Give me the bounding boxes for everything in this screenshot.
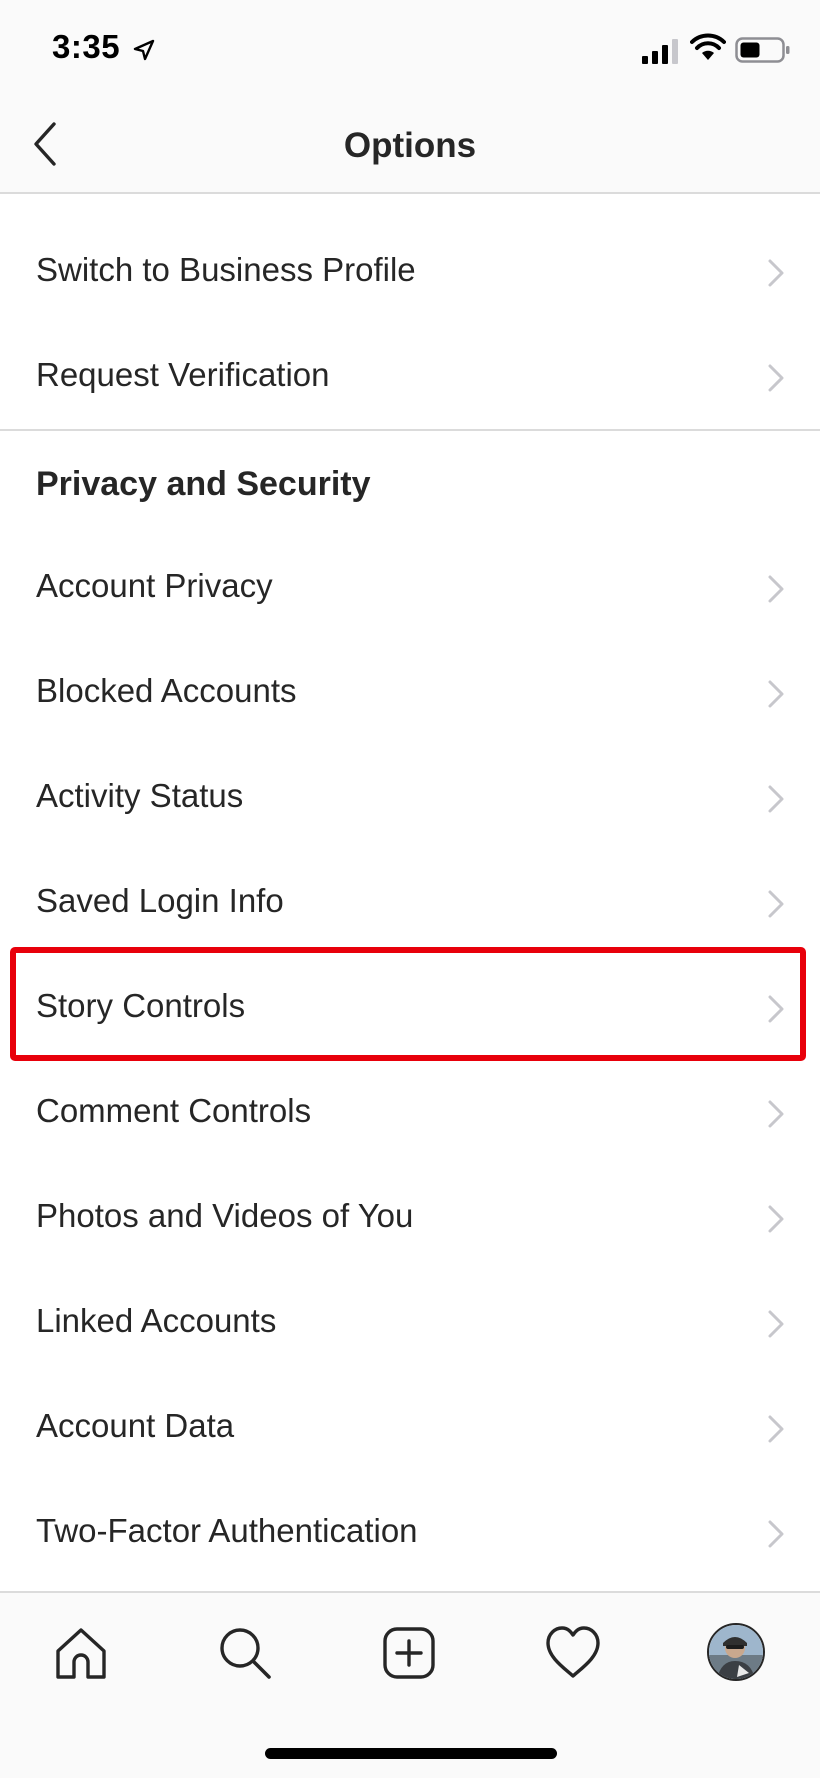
chevron-right-icon [768,1415,784,1443]
row-label: Account Data [36,1407,235,1444]
search-icon [220,1628,271,1679]
home-indicator [265,1748,557,1759]
tab-search[interactable] [215,1623,275,1683]
chevron-right-icon [768,995,784,1023]
section-header-privacy-security: Privacy and Security [36,465,371,503]
heart-icon [546,1626,600,1678]
saved-login-info-row[interactable]: Saved Login Info [0,851,820,956]
new-post-icon [383,1627,435,1679]
location-arrow-icon [133,39,155,61]
account-privacy-row[interactable]: Account Privacy [0,536,820,641]
chevron-right-icon [768,680,784,708]
chevron-right-icon [768,785,784,813]
row-label: Blocked Accounts [36,672,297,709]
chevron-right-icon [768,1310,784,1338]
row-label: Request Verification [36,356,330,393]
activity-status-row[interactable]: Activity Status [0,746,820,851]
row-label: Switch to Business Profile [36,251,416,288]
row-label: Story Controls [36,987,246,1024]
home-icon [56,1628,106,1679]
profile-photo-icon [709,1625,763,1679]
status-time: 3:35 [52,28,121,65]
row-label: Activity Status [36,777,244,814]
blocked-accounts-row[interactable]: Blocked Accounts [0,641,820,746]
row-label: Saved Login Info [36,882,284,919]
linked-accounts-row[interactable]: Linked Accounts [0,1271,820,1376]
row-label: Linked Accounts [36,1302,277,1339]
chevron-right-icon [768,1205,784,1233]
photos-and-videos-of-you-row[interactable]: Photos and Videos of You [0,1166,820,1271]
chevron-right-icon [768,1520,784,1548]
comment-controls-row[interactable]: Comment Controls [0,1061,820,1166]
request-verification-row[interactable]: Request Verification [0,325,820,430]
row-label: Account Privacy [36,567,273,604]
section-divider [0,429,820,431]
switch-to-business-profile-row[interactable]: Switch to Business Profile [0,220,820,325]
chevron-right-icon [768,890,784,918]
profile-avatar[interactable] [707,1623,765,1681]
account-data-row[interactable]: Account Data [0,1376,820,1481]
tab-activity[interactable] [543,1623,603,1683]
row-label: Comment Controls [36,1092,312,1129]
chevron-right-icon [768,259,784,287]
chevron-right-icon [768,575,784,603]
wifi-icon [690,33,726,60]
chevron-right-icon [768,1100,784,1128]
page-title: Options [343,126,477,165]
cellular-signal-icon [642,39,678,64]
navigation-header: Options [0,100,820,194]
tab-new-post[interactable] [379,1623,439,1683]
battery-icon [735,37,790,63]
row-label: Photos and Videos of You [36,1197,414,1234]
row-label: Two-Factor Authentication [36,1512,418,1549]
story-controls-row[interactable]: Story Controls [0,956,820,1061]
bottom-tab-bar [0,1591,820,1778]
chevron-right-icon [768,364,784,392]
status-bar: 3:35 [0,0,820,100]
two-factor-authentication-row[interactable]: Two-Factor Authentication [0,1481,820,1586]
tab-home[interactable] [51,1623,111,1683]
